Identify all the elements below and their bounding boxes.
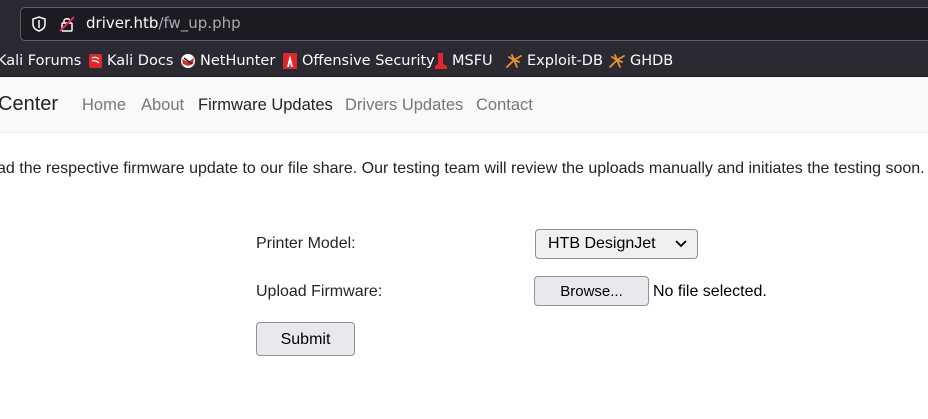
bookmark-msfu[interactable]: MSFU	[434, 51, 493, 71]
bookmark-kali-forums[interactable]: Kali Forums	[0, 51, 81, 71]
nav-link-about[interactable]: About	[141, 96, 184, 115]
bookmark-nethunter[interactable]: NetHunter	[180, 51, 275, 71]
url-path: /fw_up.php	[158, 14, 241, 32]
url-text[interactable]: driver.htb/fw_up.php	[86, 14, 241, 32]
exploit-db-icon	[506, 54, 522, 68]
bookmark-kali-docs[interactable]: Kali Docs	[88, 51, 173, 71]
bookmark-label: Offensive Security	[302, 53, 435, 69]
nav-link-firmware-updates[interactable]: Firmware Updates	[198, 96, 333, 115]
submit-button[interactable]: Submit	[256, 322, 355, 356]
printer-model-value: HTB DesignJet	[548, 235, 656, 252]
bookmark-label: MSFU	[452, 53, 493, 69]
browse-button[interactable]: Browse...	[534, 276, 649, 306]
tracking-shield-icon[interactable]	[32, 16, 46, 32]
printer-model-label: Printer Model:	[256, 235, 356, 252]
offsec-icon	[283, 53, 297, 69]
bookmark-label: GHDB	[630, 53, 674, 69]
ghdb-icon	[609, 54, 625, 68]
nethunter-icon	[181, 54, 195, 68]
bookmark-exploit-db[interactable]: Exploit-DB	[505, 51, 603, 71]
msfu-icon	[435, 53, 447, 69]
nav-link-drivers-updates[interactable]: Drivers Updates	[345, 96, 463, 115]
bookmark-ghdb[interactable]: GHDB	[608, 51, 673, 71]
printer-model-select[interactable]: HTB DesignJet	[535, 229, 698, 259]
site-navbar: Center Home About Firmware Updates Drive…	[0, 77, 928, 133]
upload-firmware-label: Upload Firmware:	[256, 283, 383, 300]
bookmark-label: Kali Docs	[107, 53, 174, 69]
url-bar[interactable]: driver.htb/fw_up.php	[20, 7, 928, 41]
navbar-brand[interactable]: Center	[0, 93, 58, 116]
bookmark-label: Kali Forums	[0, 53, 82, 69]
chevron-down-icon	[675, 240, 687, 248]
intro-text: ad the respective firmware update to our…	[0, 160, 925, 177]
bookmarks-bar: Kali Forums Kali Docs NetHunter Offensiv…	[0, 45, 928, 77]
bookmark-label: NetHunter	[200, 53, 276, 69]
bookmark-offensive-security[interactable]: Offensive Security	[282, 51, 435, 71]
file-status-text: No file selected.	[653, 283, 767, 300]
nav-link-contact[interactable]: Contact	[476, 96, 533, 115]
browser-toolbar: driver.htb/fw_up.php	[0, 0, 928, 45]
bookmark-label: Exploit-DB	[527, 53, 603, 69]
insecure-lock-icon[interactable]	[59, 16, 75, 32]
nav-link-home[interactable]: Home	[82, 96, 126, 115]
url-host: driver.htb	[86, 14, 159, 32]
kali-docs-icon	[89, 54, 102, 68]
